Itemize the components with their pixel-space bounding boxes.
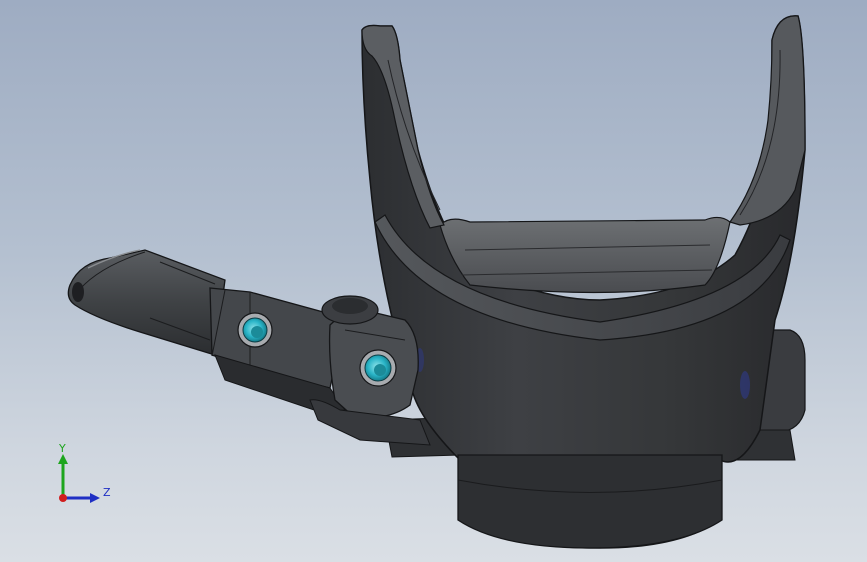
bore-hole-2[interactable]: [359, 349, 397, 387]
cad-model-render[interactable]: [0, 0, 867, 562]
z-axis-label: Z: [103, 486, 111, 499]
bore-hole-1[interactable]: [237, 312, 273, 348]
yoke-body[interactable]: [361, 15, 806, 549]
x-axis-dot: [59, 494, 67, 502]
actuator-arm[interactable]: [67, 249, 431, 446]
cad-viewport[interactable]: Y Z: [0, 0, 867, 562]
y-axis-label: Y: [59, 442, 66, 455]
coordinate-triad: Y Z: [48, 440, 118, 510]
